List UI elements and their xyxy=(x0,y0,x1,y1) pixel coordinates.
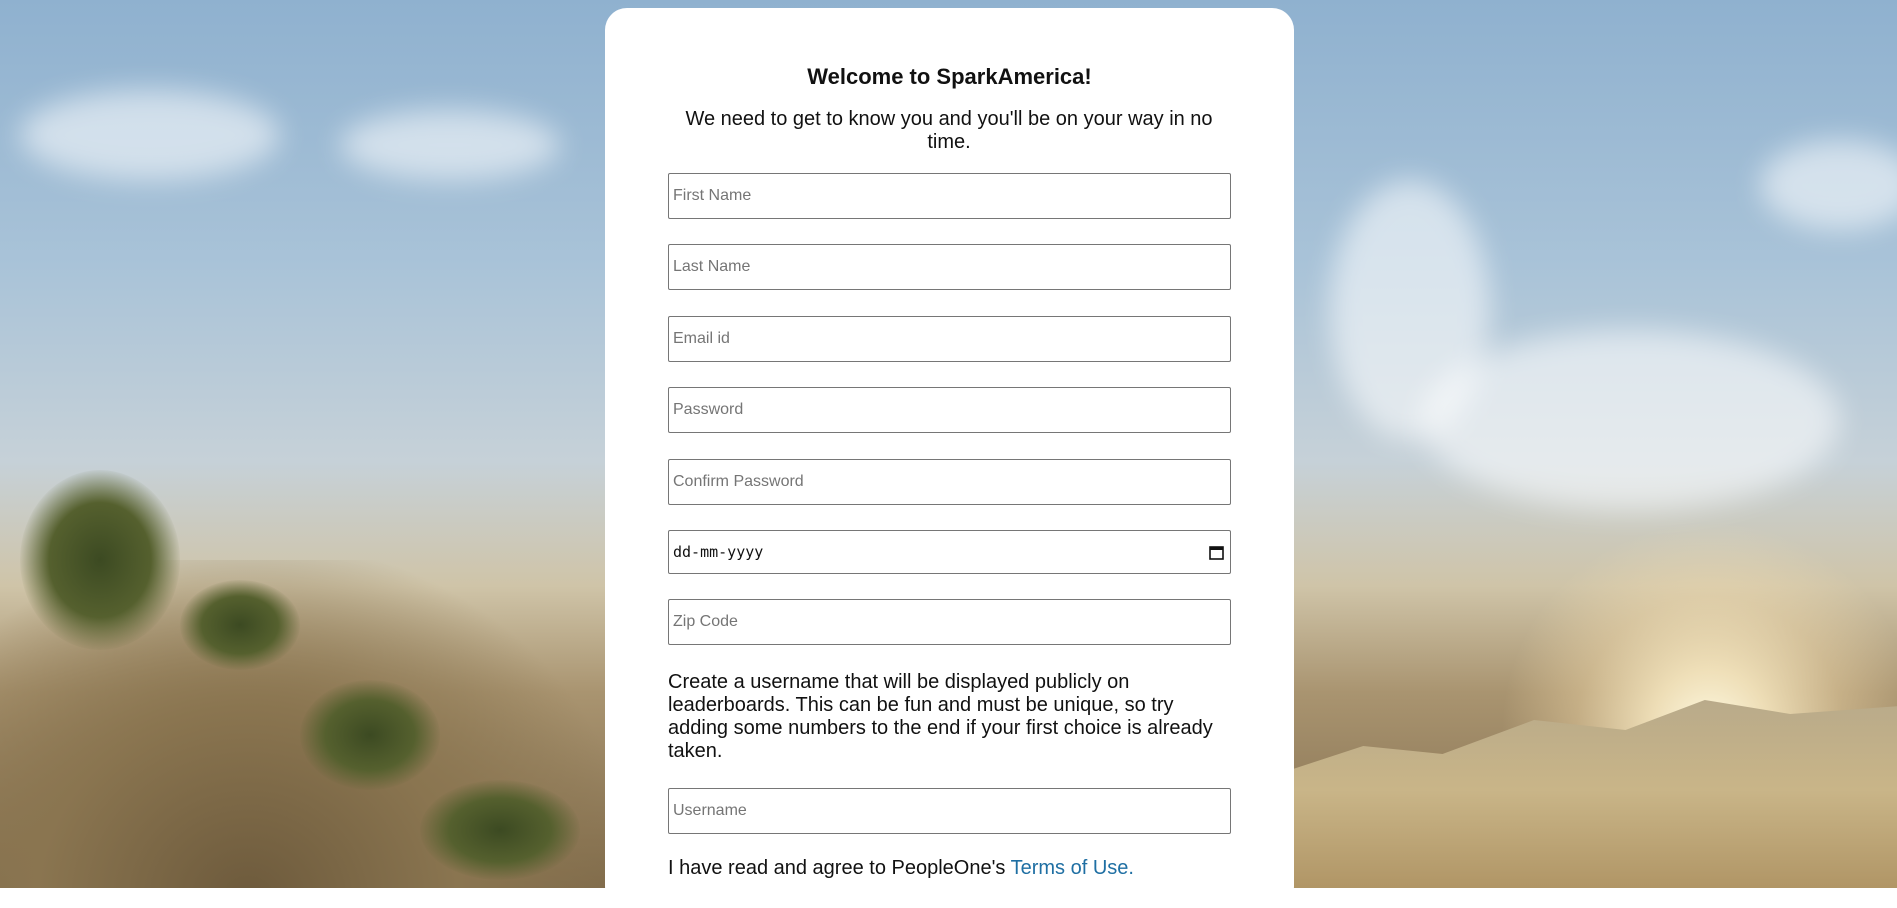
password-input[interactable] xyxy=(668,387,1231,433)
signup-card: Welcome to SparkAmerica! We need to get … xyxy=(605,8,1294,908)
email-input[interactable] xyxy=(668,316,1231,362)
page-subtitle: We need to get to know you and you'll be… xyxy=(685,108,1213,153)
confirm-password-input[interactable] xyxy=(668,459,1231,505)
username-info-text: Create a username that will be displayed… xyxy=(668,671,1213,762)
date-placeholder: dd-mm-yyyy xyxy=(673,543,764,561)
last-name-input[interactable] xyxy=(668,244,1231,290)
terms-agreement: I have read and agree to PeopleOne's Ter… xyxy=(668,857,1134,880)
page-title: Welcome to SparkAmerica! xyxy=(807,64,1092,89)
first-name-input[interactable] xyxy=(668,173,1231,219)
zip-code-input[interactable] xyxy=(668,599,1231,645)
calendar-icon[interactable] xyxy=(1209,545,1224,560)
username-input[interactable] xyxy=(668,788,1231,834)
terms-of-use-link[interactable]: Terms of Use. xyxy=(1011,857,1134,879)
date-of-birth-input[interactable]: dd-mm-yyyy xyxy=(668,530,1231,574)
terms-prefix-text: I have read and agree to PeopleOne's xyxy=(668,857,1011,879)
